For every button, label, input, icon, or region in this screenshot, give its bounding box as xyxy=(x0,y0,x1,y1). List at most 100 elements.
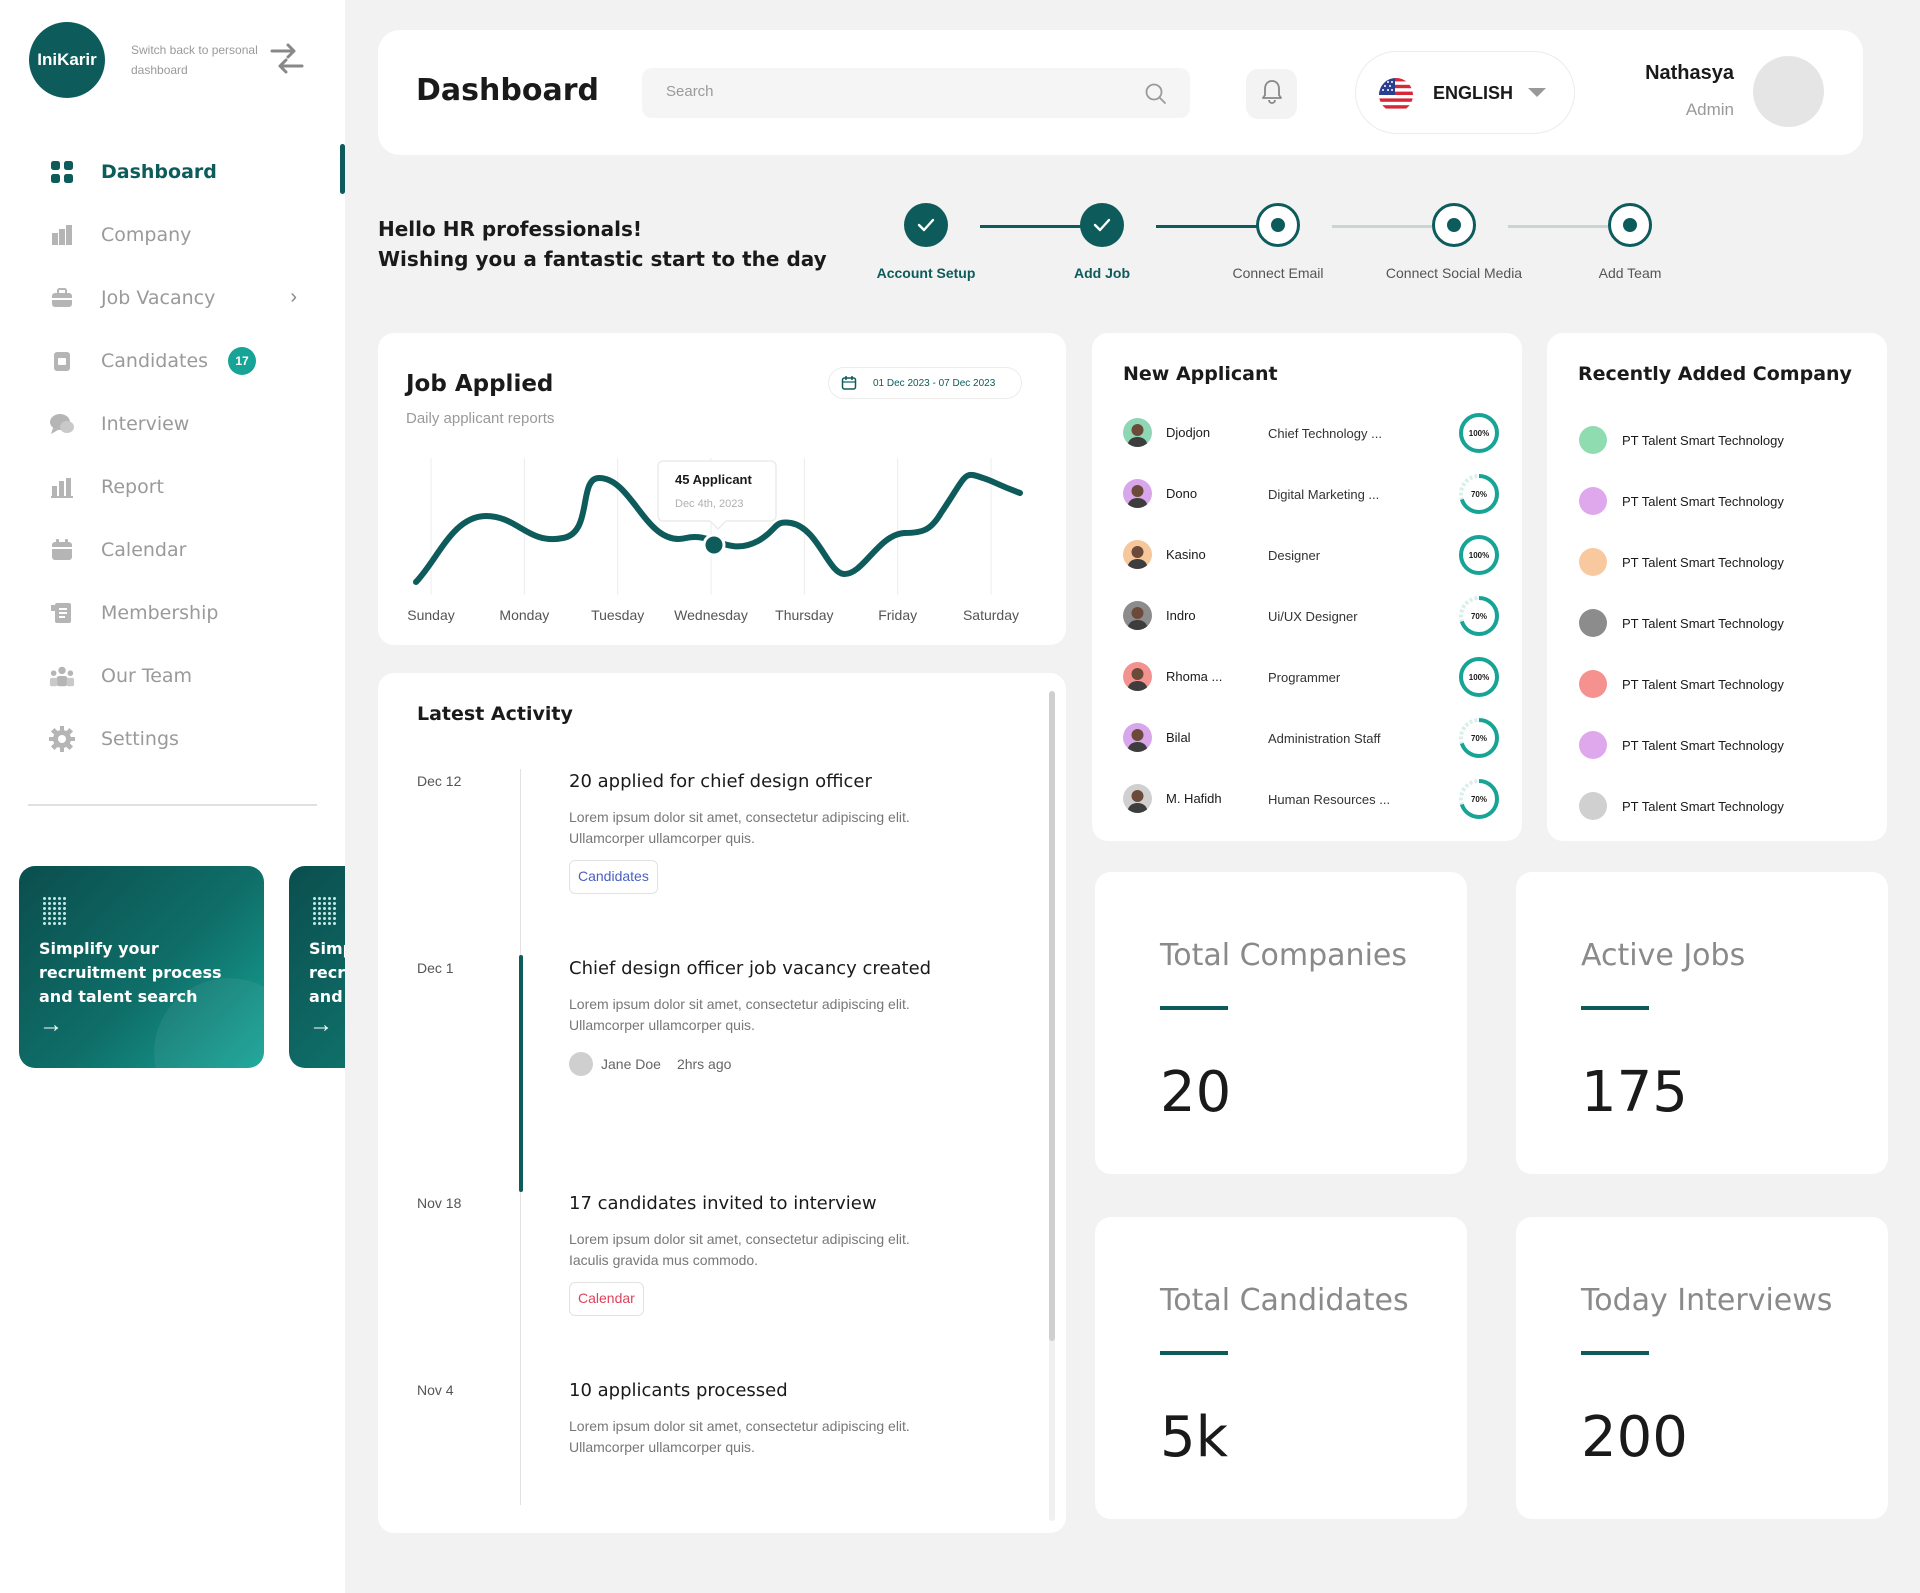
dots-pattern xyxy=(312,896,336,926)
progress-label: 70% xyxy=(1471,795,1487,804)
arrow-right-icon[interactable]: → xyxy=(39,1011,63,1039)
applicant-role: Digital Marketing ... xyxy=(1268,487,1380,502)
switch-dashboard-link[interactable]: Switch back to personal dashboard xyxy=(131,40,266,80)
caret-down-icon xyxy=(1528,88,1546,97)
company-row[interactable]: PT Talent Smart Technology xyxy=(1579,486,1879,516)
tag-calendar[interactable]: Calendar xyxy=(569,1282,644,1316)
chart-x-tick-label: Sunday xyxy=(407,607,454,623)
sidebar: IniKarir Switch back to personal dashboa… xyxy=(0,0,345,1593)
sidebar-item-membership[interactable]: Membership xyxy=(0,581,345,644)
activity-date: Dec 12 xyxy=(417,773,462,789)
chart-tooltip: 45 Applicant Dec 4th, 2023 xyxy=(657,460,777,531)
search-input[interactable]: Search xyxy=(642,68,1190,118)
sidebar-item-company[interactable]: Company xyxy=(0,203,345,266)
stat-total-companies[interactable]: Total Companies 20 xyxy=(1095,872,1467,1174)
stat-value: 5k xyxy=(1160,1405,1229,1470)
stat-label: Today Interviews xyxy=(1581,1283,1833,1318)
stat-divider xyxy=(1581,1006,1649,1010)
applicant-role: Chief Technology ... xyxy=(1268,426,1382,441)
stat-active-jobs[interactable]: Active Jobs 175 xyxy=(1516,872,1888,1174)
applicant-row[interactable]: Djodjon Chief Technology ... 100% xyxy=(1123,411,1503,456)
applicant-role: Human Resources ... xyxy=(1268,792,1391,807)
calendar-icon xyxy=(49,537,75,563)
applicant-name: Rhoma ... xyxy=(1166,669,1223,684)
stat-today-interviews[interactable]: Today Interviews 200 xyxy=(1516,1217,1888,1519)
company-logo xyxy=(1579,487,1607,515)
new-applicant-card: New Applicant Djodjon Chief Technology ..… xyxy=(1092,333,1522,841)
activity-person: Jane Doe 2hrs ago xyxy=(569,1052,731,1076)
stat-value: 20 xyxy=(1160,1060,1232,1125)
user-name[interactable]: Nathasya xyxy=(1645,62,1734,85)
sidebar-item-interview[interactable]: Interview xyxy=(0,392,345,455)
applicant-name: Dono xyxy=(1166,486,1198,501)
sidebar-item-settings[interactable]: Settings xyxy=(0,707,345,770)
company-row[interactable]: PT Talent Smart Technology xyxy=(1579,730,1879,760)
promo-card[interactable]: Simplify your recruitment process and ta… xyxy=(19,866,264,1068)
scrollbar-thumb[interactable] xyxy=(1049,691,1055,1341)
building-icon xyxy=(49,222,75,248)
sidebar-item-label: Membership xyxy=(101,601,219,624)
company-row[interactable]: PT Talent Smart Technology xyxy=(1579,608,1879,638)
progress-ring: 70% xyxy=(1459,779,1499,819)
recent-company-card: Recently Added Company PT Talent Smart T… xyxy=(1547,333,1887,841)
language-selector[interactable]: ENGLISH xyxy=(1355,51,1575,134)
sidebar-item-label: Candidates xyxy=(101,349,209,372)
company-row[interactable]: PT Talent Smart Technology xyxy=(1579,425,1879,455)
step-connect-email[interactable]: Connect Email xyxy=(1198,203,1358,281)
activity-title: 10 applicants processed xyxy=(569,1380,788,1401)
activity-description: Lorem ipsum dolor sit amet, consectetur … xyxy=(569,1418,910,1455)
stat-label: Active Jobs xyxy=(1581,938,1746,973)
progress-label: 100% xyxy=(1469,551,1489,560)
search-icon[interactable] xyxy=(1144,82,1168,111)
applicant-name: Bilal xyxy=(1166,730,1191,745)
company-name: PT Talent Smart Technology xyxy=(1622,677,1784,692)
sidebar-item-our-team[interactable]: Our Team xyxy=(0,644,345,707)
step-pending-icon xyxy=(1256,203,1300,247)
chevron-right-icon[interactable]: › xyxy=(290,286,297,309)
page-title: Dashboard xyxy=(416,73,599,108)
sidebar-item-label: Our Team xyxy=(101,664,193,687)
stat-total-candidates[interactable]: Total Candidates 5k xyxy=(1095,1217,1467,1519)
card-title: Recently Added Company xyxy=(1578,363,1852,385)
company-logo xyxy=(1579,792,1607,820)
company-logo xyxy=(1579,548,1607,576)
applicant-row[interactable]: M. Hafidh Human Resources ... 70% xyxy=(1123,777,1503,822)
sidebar-item-label: Dashboard xyxy=(101,160,217,183)
chart-highlight-point[interactable] xyxy=(702,533,726,557)
step-add-team[interactable]: Add Team xyxy=(1550,203,1710,281)
arrow-right-icon[interactable]: → xyxy=(309,1011,333,1039)
notification-button[interactable] xyxy=(1246,69,1297,119)
avatar[interactable] xyxy=(1753,56,1824,127)
sidebar-item-label: Settings xyxy=(101,727,179,750)
switch-arrows-icon[interactable] xyxy=(268,42,306,76)
sidebar-item-label: Interview xyxy=(101,412,190,435)
company-row[interactable]: PT Talent Smart Technology xyxy=(1579,669,1879,699)
applicant-row[interactable]: Rhoma ... Programmer 100% xyxy=(1123,655,1503,700)
greeting-line-2: Wishing you a fantastic start to the day xyxy=(378,247,827,271)
company-row[interactable]: PT Talent Smart Technology xyxy=(1579,547,1879,577)
sidebar-item-dashboard[interactable]: Dashboard xyxy=(0,140,345,203)
logo[interactable]: IniKarir xyxy=(29,22,105,98)
step-add-job[interactable]: Add Job xyxy=(1022,203,1182,281)
top-header: Dashboard Search ENGLISH Nathasya Admin xyxy=(378,30,1863,155)
applicant-name: Kasino xyxy=(1166,547,1206,562)
card-title: Latest Activity xyxy=(417,703,573,725)
step-connect-social-media[interactable]: Connect Social Media xyxy=(1374,203,1534,281)
sidebar-item-report[interactable]: Report xyxy=(0,455,345,518)
chart-x-tick-label: Saturday xyxy=(963,607,1019,623)
applicant-row[interactable]: Dono Digital Marketing ... 70% xyxy=(1123,472,1503,517)
company-row[interactable]: PT Talent Smart Technology xyxy=(1579,791,1879,821)
sidebar-item-label: Calendar xyxy=(101,538,187,561)
step-account-setup[interactable]: Account Setup xyxy=(846,203,1006,281)
applicant-row[interactable]: Kasino Designer 100% xyxy=(1123,533,1503,578)
sidebar-item-job-vacancy[interactable]: Job Vacancy › xyxy=(0,266,345,329)
applicant-row[interactable]: Indro Ui/UX Designer 70% xyxy=(1123,594,1503,639)
company-name: PT Talent Smart Technology xyxy=(1622,433,1784,448)
timeline-active-segment xyxy=(519,955,523,1192)
applicant-row[interactable]: Bilal Administration Staff 70% xyxy=(1123,716,1503,761)
tag-candidates[interactable]: Candidates xyxy=(569,860,658,894)
promo-card[interactable]: Simplify your recruitment process and ta… xyxy=(289,866,345,1068)
sidebar-item-calendar[interactable]: Calendar xyxy=(0,518,345,581)
sidebar-item-candidates[interactable]: Candidates 17 xyxy=(0,329,345,392)
progress-label: 70% xyxy=(1471,490,1487,499)
